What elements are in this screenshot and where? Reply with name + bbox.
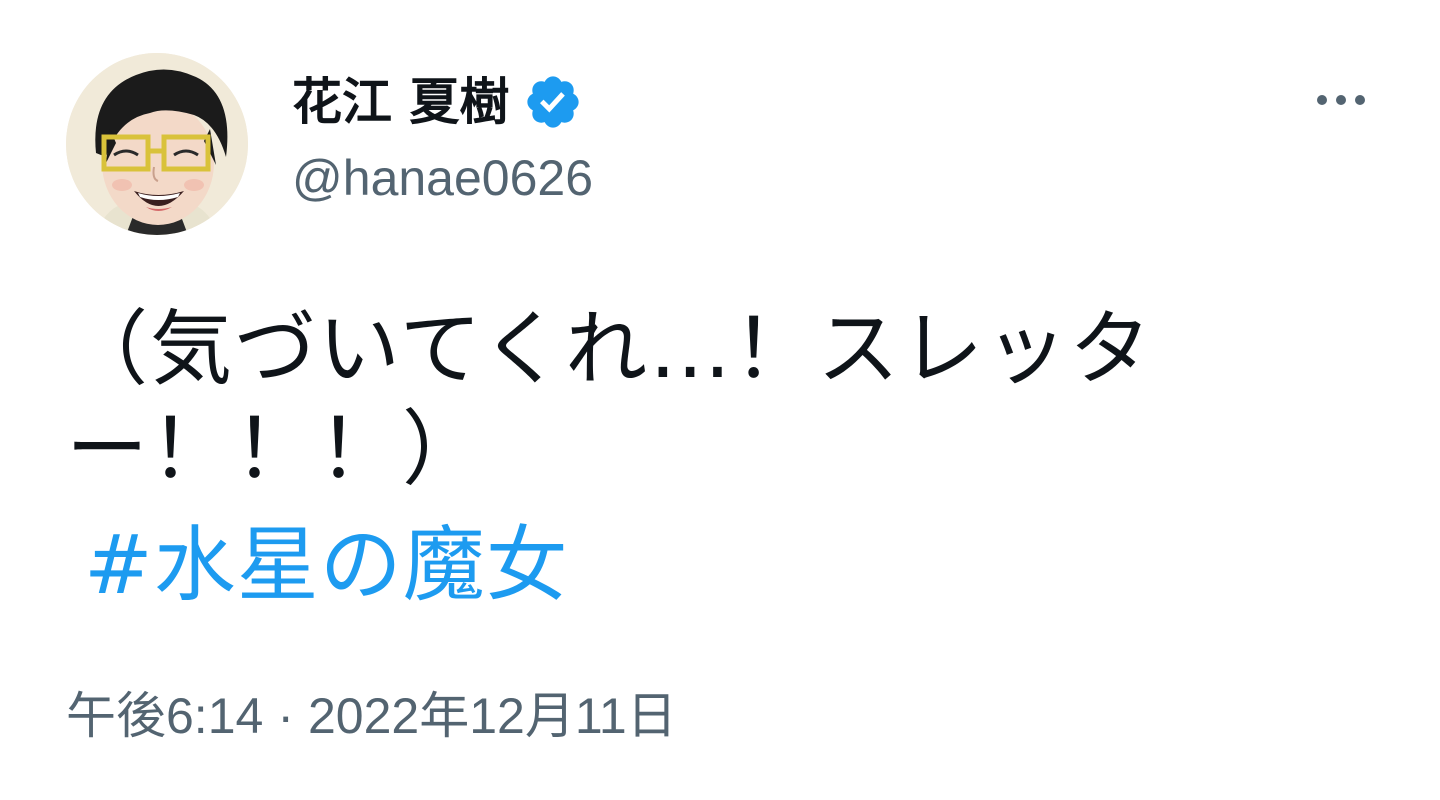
author-name-row: 花江 夏樹 <box>292 70 583 134</box>
verified-badge-icon <box>527 76 580 128</box>
timestamp-separator: · <box>277 688 294 744</box>
display-name[interactable]: 花江 夏樹 <box>292 72 509 132</box>
tweet-text-line: ー！！！） <box>66 402 487 497</box>
hashtag-link[interactable]: #水星の魔女 <box>84 516 569 616</box>
more-options-button[interactable] <box>1296 72 1386 128</box>
tweet-card: 花江 夏樹 @hanae0626 （気づいてくれ…！スレッタ ー！！！） #水星… <box>0 0 1440 800</box>
more-horizontal-icon <box>1317 95 1365 105</box>
tweet-text-line: （気づいてくれ…！スレッタ <box>66 302 1154 397</box>
author-handle[interactable]: @hanae0626 <box>292 148 593 208</box>
tweet-date[interactable]: 2022年12月11日 <box>308 684 677 748</box>
timestamp-row: 午後6:14 · 2022年12月11日 <box>66 684 677 748</box>
tweet-text: （気づいてくれ…！スレッタ ー！！！） <box>66 300 1266 500</box>
avatar-illustration-icon <box>66 53 248 235</box>
tweet-time[interactable]: 午後6:14 <box>66 684 263 748</box>
avatar[interactable] <box>66 53 248 235</box>
